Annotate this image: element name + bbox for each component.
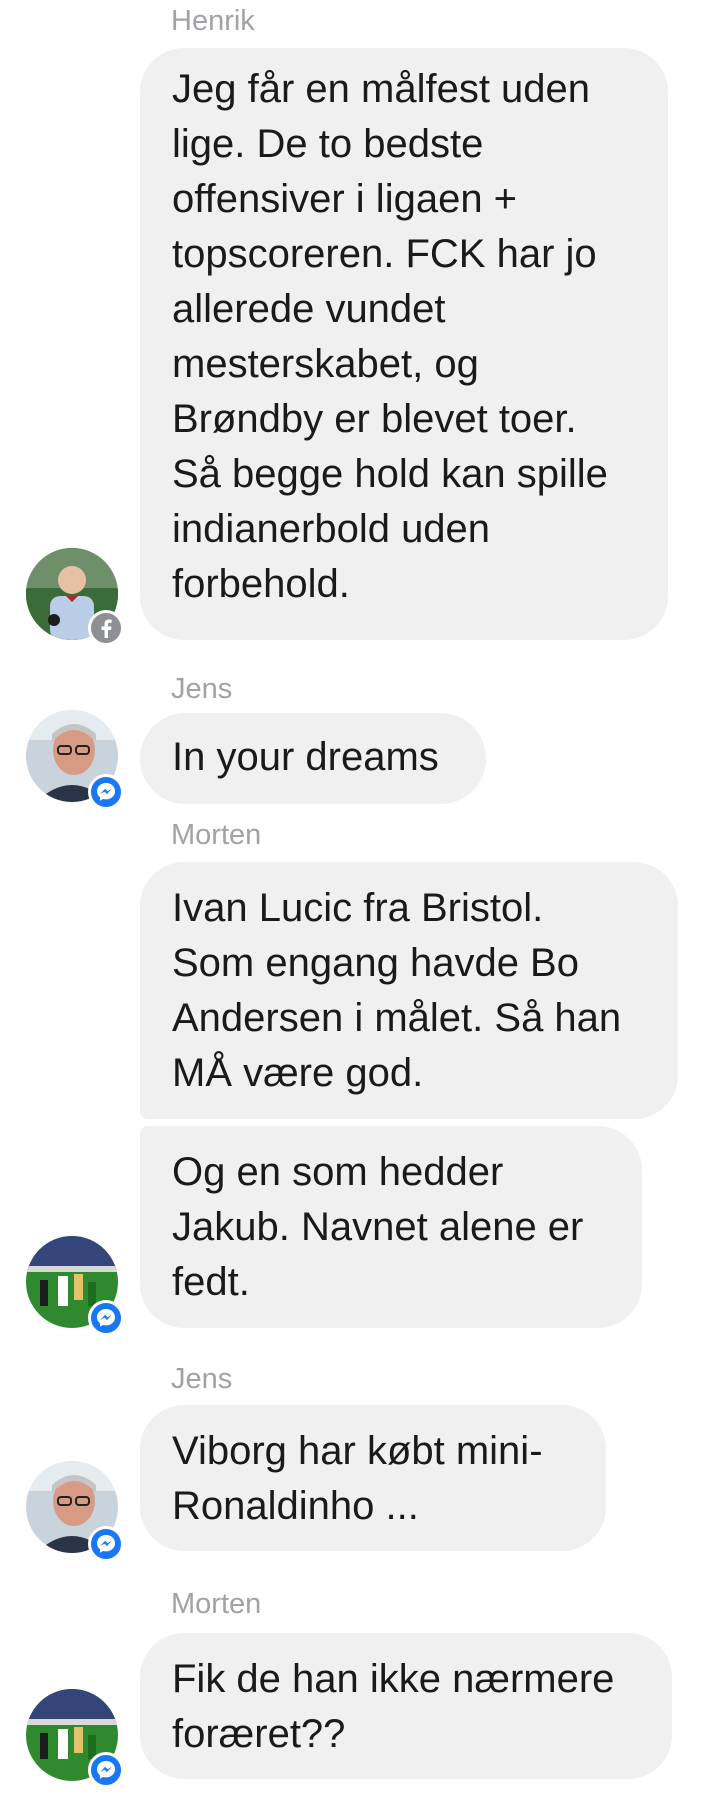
sender-name-morten: Morten [171, 819, 262, 851]
message-bubble-morten[interactable]: Og en som hedder Jakub. Navnet alene er … [140, 1126, 642, 1328]
messenger-icon [88, 774, 124, 810]
facebook-icon [88, 610, 124, 646]
message-bubble-morten[interactable]: Ivan Lucic fra Bristol. Som engang havde… [140, 862, 678, 1119]
sender-name-morten: Morten [171, 1588, 262, 1620]
message-bubble-jens[interactable]: In your dreams [140, 713, 486, 804]
message-bubble-morten[interactable]: Fik de han ikke nærmere foræret?? [140, 1633, 672, 1779]
messenger-icon [88, 1300, 124, 1336]
message-bubble-jens[interactable]: Viborg har købt mini- Ronaldinho ... [140, 1405, 606, 1551]
message-bubble-henrik[interactable]: Jeg får en målfest uden lige. De to beds… [140, 48, 668, 640]
messenger-icon [88, 1752, 124, 1788]
sender-name-jens: Jens [171, 1363, 233, 1395]
messenger-icon [88, 1526, 124, 1562]
sender-name-henrik: Henrik [171, 5, 255, 37]
sender-name-jens: Jens [171, 673, 233, 705]
